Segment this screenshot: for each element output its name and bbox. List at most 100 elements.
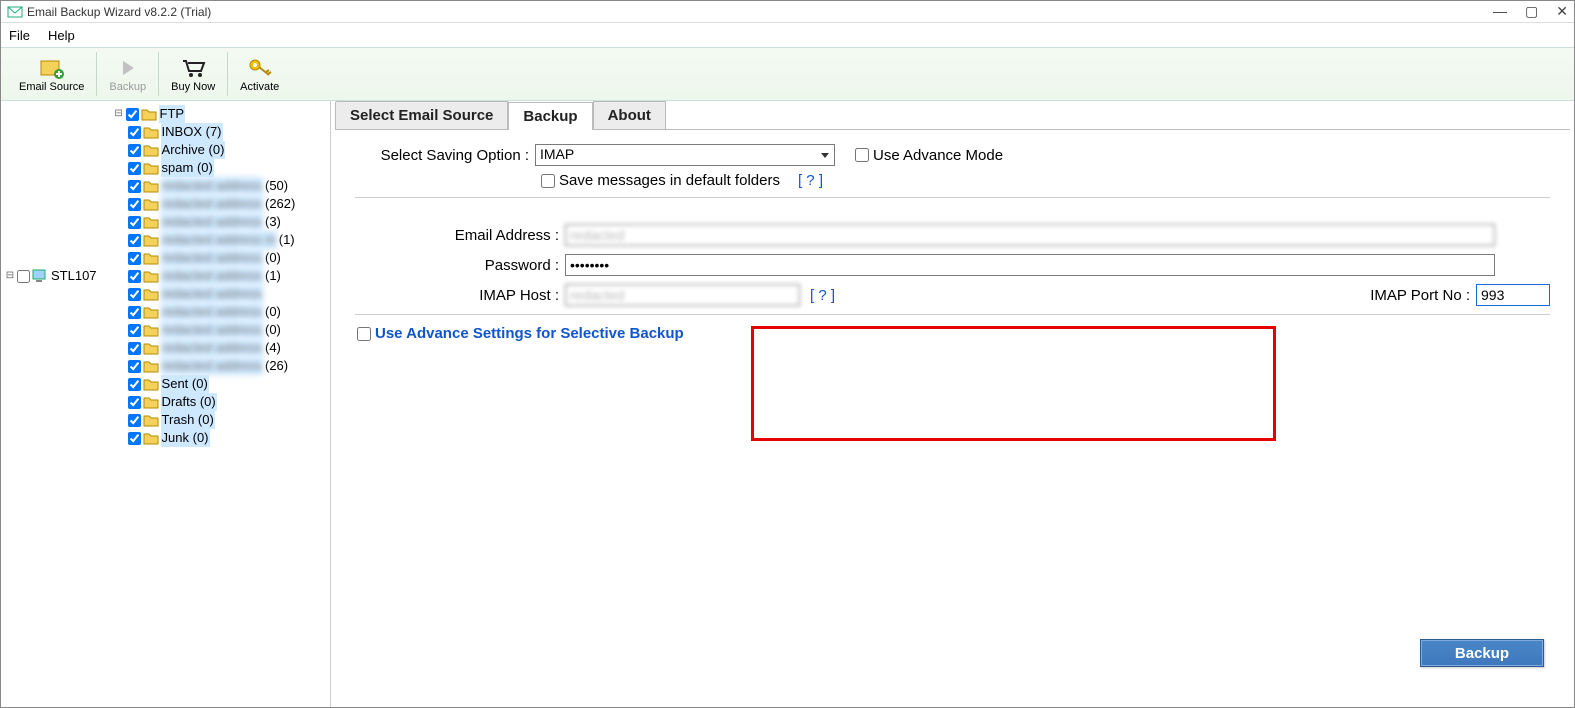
tree-checkbox[interactable]	[128, 378, 141, 391]
tool-label: Buy Now	[171, 81, 215, 93]
tree-item[interactable]: Trash (0)	[128, 411, 296, 429]
tree-item[interactable]: redacted address in (1)	[128, 231, 296, 249]
tree-item[interactable]: redacted address (4)	[128, 339, 296, 357]
tree-label: redacted address	[161, 321, 263, 339]
tree-label: INBOX (7)	[161, 123, 223, 141]
collapse-icon[interactable]: ⊟	[5, 267, 15, 285]
tree-checkbox[interactable]	[126, 108, 139, 121]
menubar: File Help	[1, 23, 1574, 47]
tree-checkbox[interactable]	[128, 324, 141, 337]
tree-count: (262)	[265, 195, 295, 213]
imap-host-input[interactable]	[565, 284, 800, 306]
tree-item[interactable]: Junk (0)	[128, 429, 296, 447]
save-default-checkbox[interactable]	[541, 174, 555, 188]
advance-settings-checkbox[interactable]	[357, 327, 371, 341]
tree-item[interactable]: redacted address (0)	[128, 249, 296, 267]
tree-label: redacted address	[161, 303, 263, 321]
separator	[158, 52, 159, 96]
tree-checkbox[interactable]	[128, 270, 141, 283]
tree-root[interactable]: ⊟ STL107 ⊟ FTP IN	[5, 105, 330, 447]
folder-icon	[143, 395, 159, 409]
tree-checkbox[interactable]	[128, 252, 141, 265]
tree-item[interactable]: redacted address (50)	[128, 177, 296, 195]
titlebar: Email Backup Wizard v8.2.2 (Trial) — ▢ ✕	[1, 1, 1574, 23]
tree-item[interactable]: redacted address (3)	[128, 213, 296, 231]
tree-checkbox[interactable]	[128, 216, 141, 229]
folder-icon	[143, 287, 159, 301]
tree-item[interactable]: spam (0)	[128, 159, 296, 177]
minimize-button[interactable]: —	[1493, 3, 1507, 20]
tree-label: Archive (0)	[161, 141, 226, 159]
tree-checkbox[interactable]	[128, 180, 141, 193]
backup-button[interactable]: Backup	[1420, 639, 1544, 667]
folder-icon	[143, 251, 159, 265]
tree-item[interactable]: redacted address	[128, 285, 296, 303]
tool-backup[interactable]: Backup	[99, 54, 156, 95]
tree-checkbox[interactable]	[128, 288, 141, 301]
menu-help[interactable]: Help	[48, 28, 75, 43]
tree-label: Drafts (0)	[161, 393, 217, 411]
tree-account[interactable]: ⊟ FTP INBOX (7)Archive (0)spam (0)redact…	[114, 105, 296, 447]
tree-item[interactable]: redacted address (0)	[128, 303, 296, 321]
tool-buy-now[interactable]: Buy Now	[161, 54, 225, 95]
tree-count: (1)	[265, 267, 281, 285]
menu-file[interactable]: File	[9, 28, 30, 43]
tree-checkbox[interactable]	[17, 270, 30, 283]
tree-item[interactable]: Archive (0)	[128, 141, 296, 159]
close-button[interactable]: ✕	[1556, 3, 1568, 20]
tree-label: redacted address	[161, 339, 263, 357]
saving-option-select[interactable]: IMAP	[535, 144, 835, 166]
tree-item[interactable]: redacted address (262)	[128, 195, 296, 213]
tree-checkbox[interactable]	[128, 414, 141, 427]
advance-mode-checkbox[interactable]	[855, 148, 869, 162]
tree-checkbox[interactable]	[128, 432, 141, 445]
tree-count: (1)	[279, 231, 295, 249]
collapse-icon[interactable]: ⊟	[114, 105, 124, 123]
folder-icon	[143, 377, 159, 391]
maximize-button[interactable]: ▢	[1525, 3, 1538, 20]
tab-select-email-source[interactable]: Select Email Source	[335, 101, 508, 129]
tree-count: (0)	[265, 303, 281, 321]
tree-item[interactable]: redacted address (26)	[128, 357, 296, 375]
tree-checkbox[interactable]	[128, 144, 141, 157]
tab-backup[interactable]: Backup	[508, 102, 592, 130]
host-help-link[interactable]: [ ? ]	[810, 287, 835, 304]
computer-icon	[32, 269, 48, 283]
tree-label: Junk (0)	[161, 429, 210, 447]
folder-icon	[143, 341, 159, 355]
tree-label: redacted address in	[161, 231, 277, 249]
tree-count: (4)	[265, 339, 281, 357]
tree-item[interactable]: redacted address (0)	[128, 321, 296, 339]
tree-checkbox[interactable]	[128, 234, 141, 247]
tree-checkbox[interactable]	[128, 306, 141, 319]
sidebar: ⊟ STL107 ⊟ FTP IN	[1, 101, 331, 707]
help-link[interactable]: [ ? ]	[798, 172, 823, 189]
tree-item[interactable]: redacted address (1)	[128, 267, 296, 285]
tree-count: (50)	[265, 177, 288, 195]
tree-checkbox[interactable]	[128, 342, 141, 355]
tree-checkbox[interactable]	[128, 162, 141, 175]
tool-label: Email Source	[19, 81, 84, 93]
tree-checkbox[interactable]	[128, 396, 141, 409]
tree-label: redacted address	[161, 213, 263, 231]
tool-activate[interactable]: Activate	[230, 54, 289, 95]
tool-label: Activate	[240, 81, 279, 93]
tree-label: redacted address	[161, 177, 263, 195]
email-input[interactable]	[565, 224, 1495, 246]
tree-checkbox[interactable]	[128, 198, 141, 211]
app-icon	[7, 4, 23, 20]
tree-item[interactable]: Sent (0)	[128, 375, 296, 393]
tree-checkbox[interactable]	[128, 126, 141, 139]
tree-label: Trash (0)	[161, 411, 215, 429]
email-source-icon	[38, 56, 66, 80]
tool-email-source[interactable]: Email Source	[9, 54, 94, 95]
tab-about[interactable]: About	[593, 101, 666, 129]
tree-item[interactable]: INBOX (7)	[128, 123, 296, 141]
tree-checkbox[interactable]	[128, 360, 141, 373]
tree-item[interactable]: Drafts (0)	[128, 393, 296, 411]
content-area: Select Email Source Backup About Select …	[331, 101, 1574, 707]
password-input[interactable]	[565, 254, 1495, 276]
tool-label: Backup	[109, 81, 146, 93]
folder-icon	[143, 269, 159, 283]
imap-port-input[interactable]	[1476, 284, 1550, 306]
